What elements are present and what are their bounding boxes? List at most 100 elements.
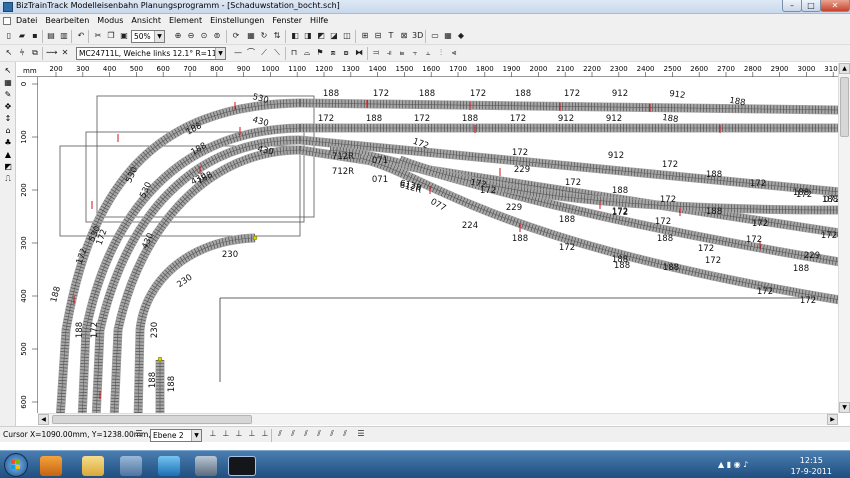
slope-tool-2-icon[interactable]: ⫽ (288, 429, 298, 439)
vertical-scrollbar[interactable]: ▲ ▼ (838, 63, 850, 413)
mirror-icon[interactable]: ⧓ (354, 48, 364, 58)
close-icon[interactable]: ✕ (820, 0, 850, 12)
curve-icon[interactable]: ⌒ (246, 48, 256, 58)
height-icon[interactable]: ↕ (3, 114, 13, 124)
ungroup-icon[interactable]: ⧇ (341, 48, 351, 58)
paste-icon[interactable]: ▣ (119, 31, 129, 41)
menu-fenster[interactable]: Fenster (268, 14, 306, 25)
camera-icon[interactable] (195, 456, 217, 476)
layer-icon[interactable]: ⊟ (373, 31, 383, 41)
move-icon[interactable]: ✥ (3, 102, 13, 112)
menu-modus[interactable]: Modus (93, 14, 127, 25)
scroll-left-icon[interactable]: ◀ (38, 414, 49, 425)
signal-icon[interactable]: ⚑ (315, 48, 325, 58)
minimize-icon[interactable]: – (782, 0, 802, 12)
pencil-icon[interactable]: ✎ (3, 90, 13, 100)
zoom-window-icon[interactable]: ⊚ (212, 31, 222, 41)
menu-hilfe[interactable]: Hilfe (306, 14, 332, 25)
layer-select[interactable]: Ebene 2 ▼ (150, 429, 202, 442)
slope-tool-6-icon[interactable]: ⫽ (340, 429, 350, 439)
maximize-icon[interactable]: □ (801, 0, 821, 12)
new-file-icon[interactable]: ▯ (4, 31, 14, 41)
terrain-icon[interactable]: ◩ (3, 162, 13, 172)
group-icon[interactable]: ⧈ (328, 48, 338, 58)
document-icon[interactable] (3, 17, 11, 25)
part-select[interactable]: MC24711L, Weiche links 12.1° R=1114.6mm▼ (76, 47, 226, 60)
landscape-icon[interactable]: ▲ (3, 150, 13, 160)
object-icon-5[interactable]: ◫ (342, 31, 352, 41)
scroll-up-icon[interactable]: ▲ (839, 63, 850, 74)
zoom-select[interactable]: 50% ▼ (131, 30, 165, 43)
delete-icon[interactable]: ✕ (60, 48, 70, 58)
undo-icon[interactable]: ↶ (76, 31, 86, 41)
house-icon[interactable]: ⌂ (3, 126, 13, 136)
flex-track-icon[interactable]: ⟿ (46, 48, 57, 58)
explorer-icon[interactable] (82, 456, 104, 476)
tray-icons[interactable]: ▲ ▮ ◉ ♪ (718, 460, 748, 469)
track-plan-canvas[interactable]: 188 172 188 172 188 172 912 912 188 430 172 188 172 1… (38, 77, 838, 413)
align-icon[interactable]: ⇅ (272, 31, 282, 41)
height-tool-4-icon[interactable]: ⊥ (247, 429, 257, 439)
book-icon[interactable]: ◆ (456, 31, 466, 41)
slope-tool-5-icon[interactable]: ⫽ (327, 429, 337, 439)
height-tool-2-icon[interactable]: ⊥ (221, 429, 231, 439)
track-tool-icon[interactable]: ⫩ (17, 48, 27, 58)
calculator-icon[interactable]: ▦ (443, 31, 453, 41)
track-end-marker[interactable] (252, 235, 258, 241)
tunnel-icon[interactable]: ⊓ (289, 48, 299, 58)
object-icon-2[interactable]: ◨ (303, 31, 313, 41)
pointer-icon[interactable]: ↖ (4, 48, 14, 58)
slope-tool-4-icon[interactable]: ⫽ (314, 429, 324, 439)
save-icon[interactable]: ▪ (30, 31, 40, 41)
vertical-scroll-thumb[interactable] (840, 77, 849, 137)
track-end-marker[interactable] (157, 356, 163, 362)
straight-icon[interactable]: — (233, 48, 243, 58)
menu-datei[interactable]: Datei (12, 14, 41, 25)
align-center-icon[interactable]: ⫣ (384, 48, 394, 58)
height-tool-3-icon[interactable]: ⊥ (234, 429, 244, 439)
open-file-icon[interactable]: ▰ (17, 31, 27, 41)
height-tool-5-icon[interactable]: ⊥ (260, 429, 270, 439)
track-bed[interactable] (358, 153, 838, 305)
cut-icon[interactable]: ✂ (93, 31, 103, 41)
internet-explorer-icon[interactable] (158, 456, 180, 476)
measure-icon[interactable]: ⊞ (360, 31, 370, 41)
window-icon[interactable]: ▭ (430, 31, 440, 41)
print-icon[interactable]: ▥ (59, 31, 69, 41)
align-right-icon[interactable]: ⫢ (397, 48, 407, 58)
horizontal-scrollbar[interactable]: ◀ ▶ (38, 413, 838, 425)
switch-right-icon[interactable]: ⟍ (272, 48, 282, 58)
wire-icon[interactable]: ⎍ (3, 174, 13, 184)
system-clock[interactable]: 12:15 17-9-2011 (791, 455, 832, 477)
dimension-icon[interactable]: ⊠ (399, 31, 409, 41)
biztraintrack-task-icon[interactable] (228, 456, 256, 476)
horizontal-scroll-thumb[interactable] (52, 415, 252, 424)
scroll-down-icon[interactable]: ▼ (839, 402, 850, 413)
baseboard-outline[interactable] (96, 95, 315, 218)
media-player-icon[interactable] (40, 456, 62, 476)
text-icon[interactable]: T (386, 31, 396, 41)
object-icon-4[interactable]: ◪ (329, 31, 339, 41)
object-icon-3[interactable]: ◩ (316, 31, 326, 41)
zoom-fit-icon[interactable]: ⊙ (199, 31, 209, 41)
tree-icon[interactable]: ♣ (3, 138, 13, 148)
menu-element[interactable]: Element (165, 14, 206, 25)
object-icon-1[interactable]: ◧ (290, 31, 300, 41)
track-library-icon[interactable]: ▦ (3, 78, 13, 88)
slope-tool-1-icon[interactable]: ⫽ (275, 429, 285, 439)
menu-ansicht[interactable]: Ansicht (127, 14, 165, 25)
3d-view-icon[interactable]: 3D (412, 31, 423, 41)
refresh-icon[interactable]: ⟳ (231, 31, 241, 41)
distribute-icon[interactable]: ⫶ (436, 48, 446, 58)
zoom-out-icon[interactable]: ⊖ (186, 31, 196, 41)
switch-left-icon[interactable]: ⟋ (259, 48, 269, 58)
track-plan-drawing[interactable]: 188 172 188 172 188 172 912 912 188 430 172 188 172 1… (38, 77, 838, 413)
copy-icon[interactable]: ❐ (106, 31, 116, 41)
height-tool-1-icon[interactable]: ⊥ (208, 429, 218, 439)
align-left-icon[interactable]: ⫤ (371, 48, 381, 58)
align-top-icon[interactable]: ⫟ (410, 48, 420, 58)
menu-einstellungen[interactable]: Einstellungen (206, 14, 268, 25)
connect-tool-icon[interactable]: ⧉ (30, 48, 40, 58)
slope-tool-3-icon[interactable]: ⫽ (301, 429, 311, 439)
align-bottom-icon[interactable]: ⫠ (423, 48, 433, 58)
